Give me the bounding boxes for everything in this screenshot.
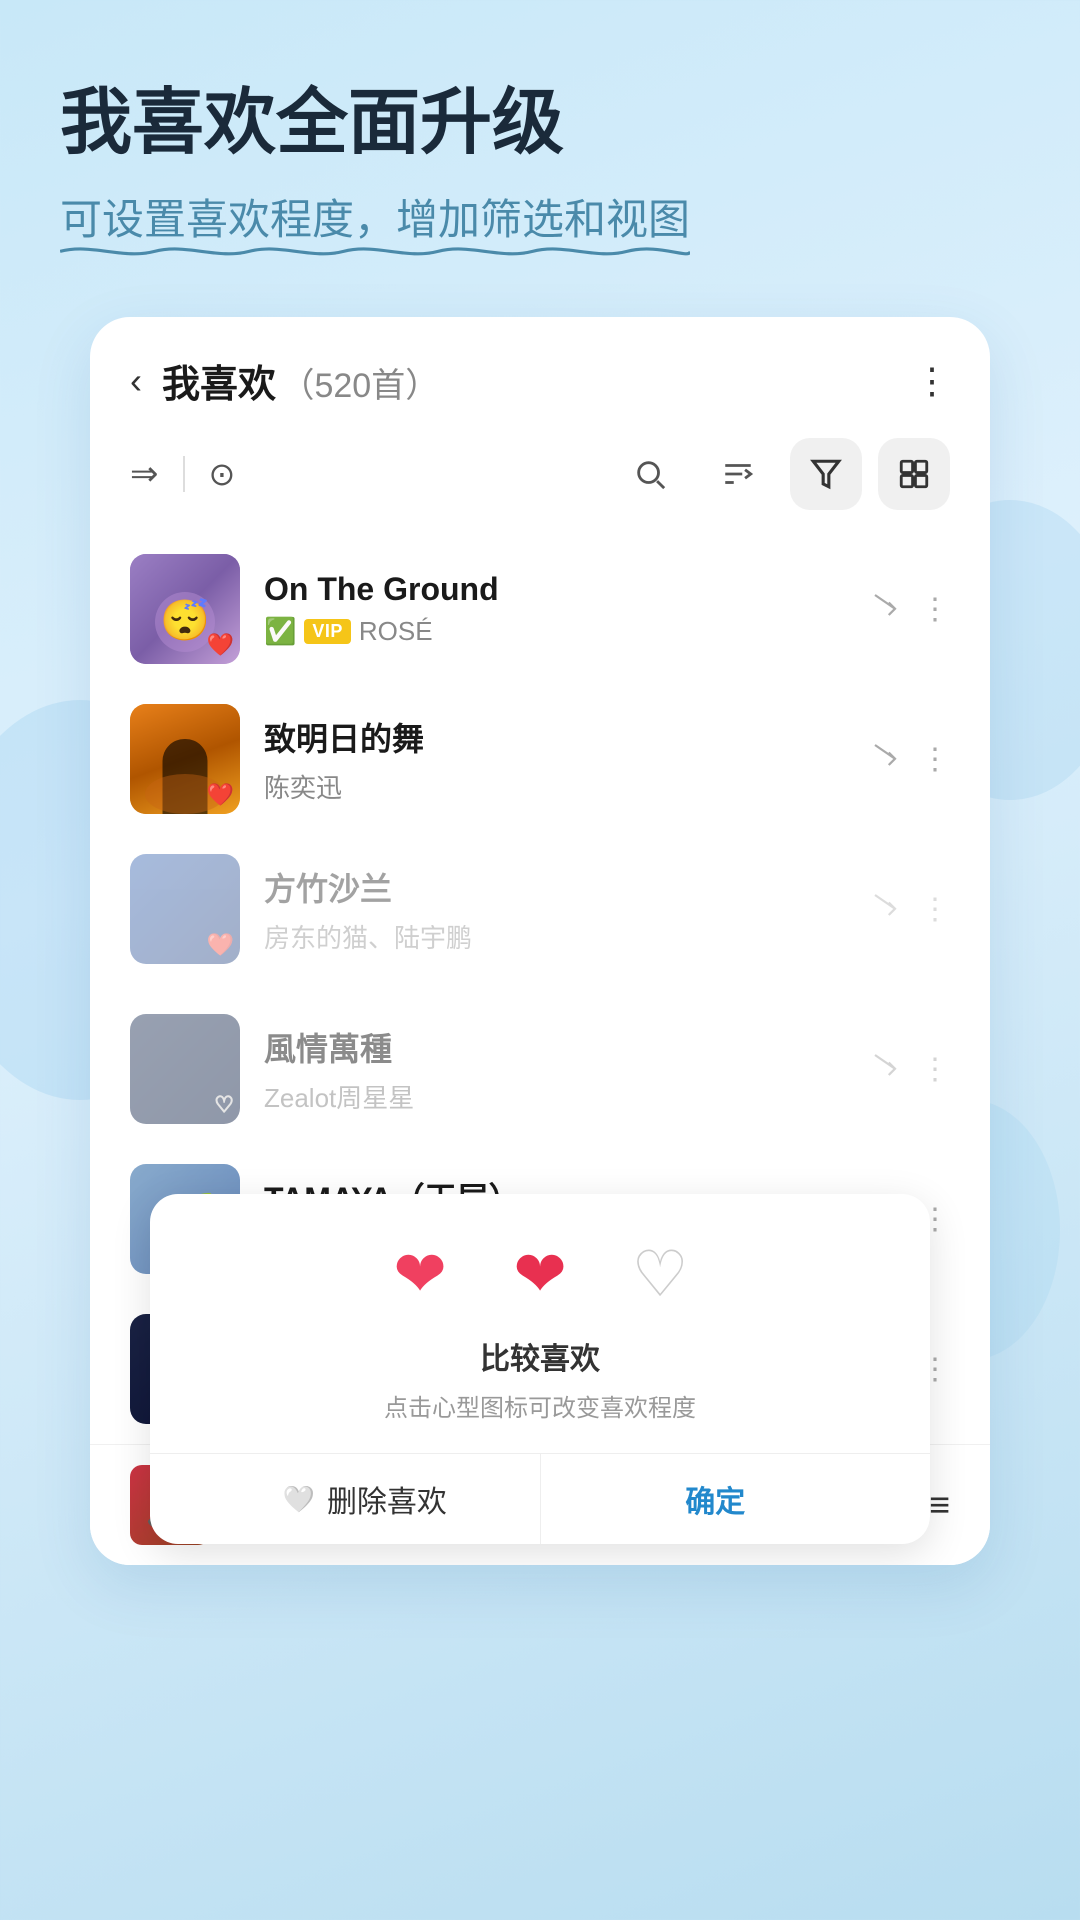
toolbar: ⇒ ⊙ [90,428,990,534]
add-icon [870,590,900,620]
heart-delete-icon: 🤍 [283,1484,315,1515]
heart-indicator: ❤️ [207,782,234,808]
sort-button[interactable] [702,438,774,510]
song-list: 😴 ❤️ On The Ground ✅ VIP ROSÉ [90,534,990,1565]
playlist-button[interactable]: ≡ [929,1484,950,1526]
filter-button[interactable] [790,438,862,510]
song-title: 方竹沙兰 [264,864,846,910]
add-to-list-button [870,890,900,928]
heart-indicator: ❤️ [207,932,234,958]
search-button[interactable] [614,438,686,510]
grid-view-button[interactable] [878,438,950,510]
header-section: 我喜欢全面升级 可设置喜欢程度，增加筛选和视图 [0,80,1080,267]
song-cover: 😴 ❤️ [130,554,240,664]
song-artist: ✅ VIP ROSÉ [264,616,846,647]
song-title: 風情萬種 [264,1024,846,1070]
add-to-list-button[interactable] [870,590,900,628]
heart-indicator: ❤️ [207,632,234,658]
popup-hint: 点击心型图标可改变喜欢程度 [190,1388,890,1423]
card-header: ‹ 我喜欢 （520首） ⋮ [90,317,990,428]
song-more-button: ⋮ [920,1052,950,1087]
toolbar-right [614,438,950,510]
song-cover: ♡ [130,1014,240,1124]
filter-icon [809,457,843,491]
toolbar-divider [183,456,185,492]
song-cover: ❤️ [130,704,240,814]
vip-badge: VIP [304,619,351,644]
page-container: 我喜欢全面升级 可设置喜欢程度，增加筛选和视图 ‹ 我喜欢 （520首） ⋮ [0,0,1080,1565]
song-actions: ⋮ [870,890,950,928]
song-artist: Zealot周星星 [264,1078,846,1115]
hearts-row: ❤ ❤ ♡ [190,1234,890,1314]
header-left: ‹ 我喜欢 （520首） [130,353,439,408]
confirm-button[interactable]: 确定 [541,1454,891,1544]
delete-label: 删除喜欢 [327,1477,447,1521]
song-info: 方竹沙兰 房东的猫、陆宇鹏 [264,864,846,955]
clock-button[interactable]: ⊙ [209,455,236,493]
confirm-label: 确定 [685,1477,745,1521]
song-actions: ⋮ [870,1050,950,1088]
song-actions: ⋮ [870,590,950,628]
heart-2-button[interactable]: ❤ [500,1234,580,1314]
heart-indicator: ♡ [214,1092,234,1118]
add-to-list-button [870,1050,900,1088]
add-icon [870,890,900,920]
delete-like-button[interactable]: 🤍 删除喜欢 [190,1454,541,1544]
verified-icon: ✅ [264,616,296,647]
add-to-list-button[interactable] [870,740,900,778]
page-title: 我喜欢全面升级 [60,80,1020,166]
search-icon [633,457,667,491]
sort-icon [721,457,755,491]
song-artist: 陈奕迅 [264,768,846,805]
song-more-button[interactable]: ⋮ [920,592,950,627]
heart-3-button[interactable]: ♡ [620,1234,700,1314]
toolbar-left: ⇒ ⊙ [130,454,590,494]
shuffle-button[interactable]: ⇒ [130,454,159,494]
music-app-card: ‹ 我喜欢 （520首） ⋮ ⇒ ⊙ [90,317,990,1565]
song-title: 致明日的舞 [264,714,846,760]
song-item[interactable]: ❤️ 致明日的舞 陈奕迅 ⋮ [90,684,990,834]
page-subtitle: 可设置喜欢程度，增加筛选和视图 [60,186,690,247]
song-cover: ❤️ [130,854,240,964]
song-info: 致明日的舞 陈奕迅 [264,714,846,805]
song-artist: 房东的猫、陆宇鹏 [264,918,846,955]
subtitle-underline [60,243,690,260]
song-more-button: ⋮ [920,892,950,927]
artist-name: 房东的猫、陆宇鹏 [264,918,472,955]
song-actions: ⋮ [870,740,950,778]
love-rating-popup: ❤ ❤ ♡ 比较喜欢 点击心型图标可改变喜欢程度 🤍 删除喜欢 确定 [150,1194,930,1544]
heart-1-button[interactable]: ❤ [380,1234,460,1314]
popup-container: ❤️ 方竹沙兰 房东的猫、陆宇鹏 [90,834,990,1144]
grid-icon [897,457,931,491]
popup-label: 比较喜欢 [190,1334,890,1378]
song-info: On The Ground ✅ VIP ROSÉ [264,571,846,647]
add-icon [870,740,900,770]
song-info: 風情萬種 Zealot周星星 [264,1024,846,1115]
back-button[interactable]: ‹ [130,360,142,402]
song-more-button[interactable]: ⋮ [920,742,950,777]
song-title: On The Ground [264,571,846,608]
artist-name: 陈奕迅 [264,768,342,805]
song-item[interactable]: 😴 ❤️ On The Ground ✅ VIP ROSÉ [90,534,990,684]
playlist-count: （520首） [280,367,439,405]
artist-name: Zealot周星星 [264,1078,414,1115]
song-item: ♡ 風情萬種 Zealot周星星 ⋮ [90,994,990,1144]
playlist-title: 我喜欢 （520首） [162,353,439,408]
more-options-button[interactable]: ⋮ [914,360,950,402]
artist-name: ROSÉ [359,616,433,647]
add-icon [870,1050,900,1080]
playlist-name: 我喜欢 [162,364,276,406]
song-item: ❤️ 方竹沙兰 房东的猫、陆宇鹏 [90,834,990,984]
popup-actions: 🤍 删除喜欢 确定 [190,1454,890,1544]
songs-below-popup: ♡ 風情萬種 Zealot周星星 ⋮ [90,994,990,1144]
